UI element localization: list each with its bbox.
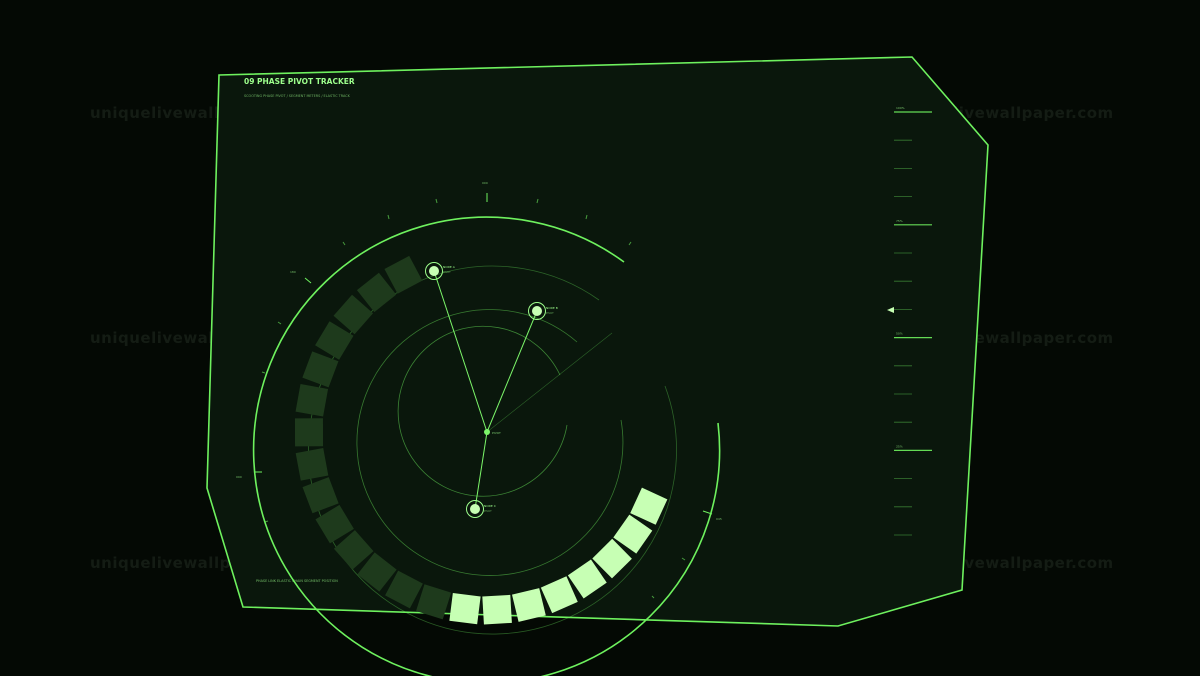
ring-left-label: 180 [290, 270, 296, 274]
segment-active [482, 594, 512, 625]
center-label: PIVOT [492, 431, 501, 435]
node-c-sub: PIVOT [484, 509, 492, 513]
segment-inactive [295, 384, 329, 417]
hud-stage: 09 PHASE PIVOT TRACKER SCOOTING PHASE PI… [206, 56, 989, 676]
node-a-sub: PIVOT [443, 270, 451, 274]
node-a-label: NODE A [443, 265, 456, 269]
panel-index: 09 [244, 77, 254, 86]
segment-active [449, 592, 481, 625]
panel-title: PHASE PIVOT TRACKER [257, 77, 355, 86]
node-c-label: NODE C [484, 504, 496, 508]
node-b-sub: PIVOT [546, 311, 554, 315]
scale-label: 100% [896, 106, 905, 110]
scale-label: 50% [896, 332, 903, 336]
ring-left-low-label: 090 [236, 475, 242, 479]
scale-label: 25% [896, 444, 903, 448]
center-pivot [484, 429, 490, 435]
node-b-label: NODE B [546, 306, 558, 310]
segment-inactive [294, 418, 324, 447]
panel-subtitle: SCOOTING PHASE PIVOT / SEGMENT METERS / … [244, 94, 351, 98]
scale-label: 75% [896, 219, 903, 223]
panel-footer: PHASE LINK ELASTIC CHAIN SEGMENT POSITIO… [256, 579, 338, 583]
ring-top-label: 000 [482, 181, 488, 185]
ring-right-label: 045 [716, 517, 722, 521]
segment-inactive [295, 447, 329, 481]
